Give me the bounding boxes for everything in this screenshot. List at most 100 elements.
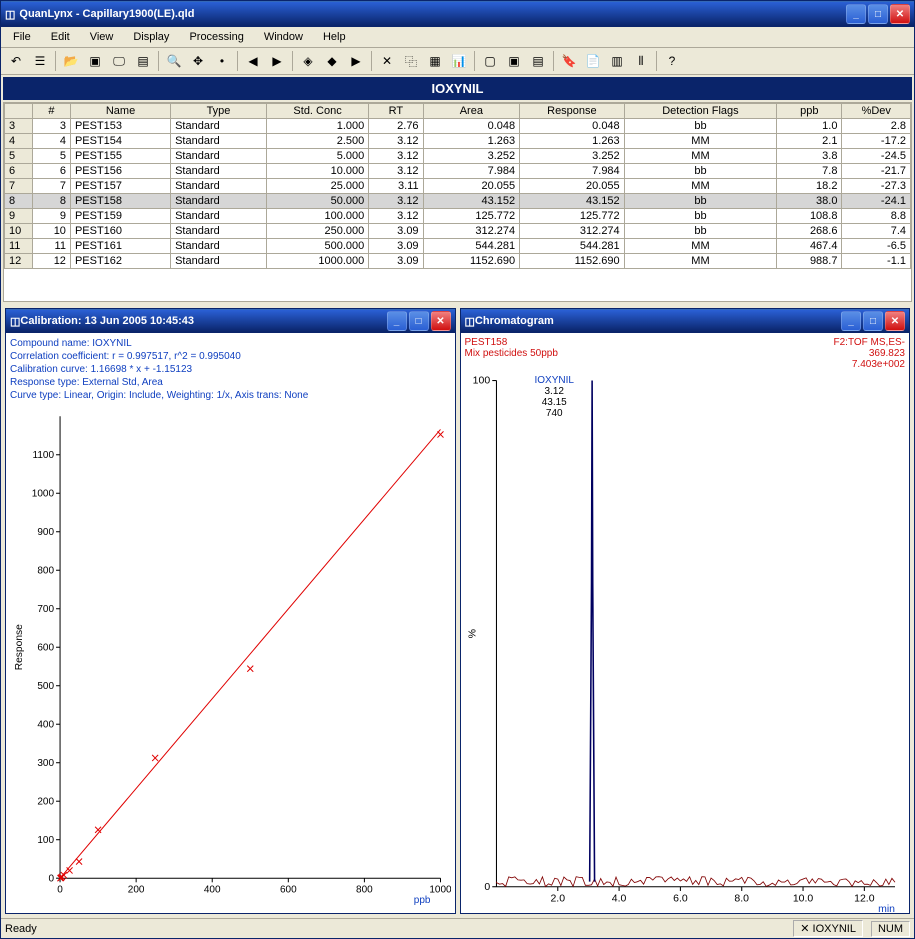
column-header[interactable]: Name <box>70 104 170 119</box>
table-row[interactable]: 88PEST158Standard50.0003.1243.15243.152b… <box>5 194 911 209</box>
column-header[interactable] <box>5 104 33 119</box>
tool-nav3-icon[interactable]: ▶ <box>345 50 367 72</box>
tool-point-icon[interactable]: • <box>211 50 233 72</box>
tool-open-icon[interactable]: 📂 <box>60 50 82 72</box>
tool-right-icon[interactable]: ▶ <box>266 50 288 72</box>
calibration-icon: ◫ <box>10 315 20 328</box>
table-row[interactable]: 44PEST154Standard2.5003.121.2631.263MM2.… <box>5 134 911 149</box>
app-icon: ◫ <box>5 8 15 21</box>
tool-panel1-icon[interactable]: ▢ <box>479 50 501 72</box>
tool-layout-icon[interactable]: ▦ <box>424 50 446 72</box>
calib-minimize-button[interactable]: _ <box>387 311 407 331</box>
tool-help-icon[interactable]: ? <box>661 50 683 72</box>
chrom-close-button[interactable]: ✕ <box>885 311 905 331</box>
menu-help[interactable]: Help <box>315 29 354 45</box>
minimize-button[interactable]: _ <box>846 4 866 24</box>
table-row[interactable]: 1212PEST162Standard1000.0003.091152.6901… <box>5 254 911 269</box>
svg-text:600: 600 <box>37 642 54 653</box>
table-row[interactable]: 33PEST153Standard1.0002.760.0480.048bb1.… <box>5 119 911 134</box>
menu-window[interactable]: Window <box>256 29 311 45</box>
svg-text:10.0: 10.0 <box>792 892 813 904</box>
calibration-chart[interactable]: 0100200300400500600700800900100011000200… <box>10 406 451 909</box>
menu-view[interactable]: View <box>82 29 122 45</box>
tool-nav1-icon[interactable]: ◈ <box>297 50 319 72</box>
maximize-button[interactable]: □ <box>868 4 888 24</box>
tool-zoom-icon[interactable]: 🔍 <box>163 50 185 72</box>
svg-text:4.0: 4.0 <box>611 892 626 904</box>
table-row[interactable]: 77PEST157Standard25.0003.1120.05520.055M… <box>5 179 911 194</box>
table-row[interactable]: 99PEST159Standard100.0003.12125.772125.7… <box>5 209 911 224</box>
tool-panel3-icon[interactable]: ▤ <box>527 50 549 72</box>
svg-text:min: min <box>878 903 895 913</box>
tool-left-icon[interactable]: ◀ <box>242 50 264 72</box>
status-project: ✕ IOXYNIL <box>793 920 863 937</box>
tool-window-icon[interactable]: ▣ <box>84 50 106 72</box>
calib-close-button[interactable]: ✕ <box>431 311 451 331</box>
tool-revert-icon[interactable]: ↶ <box>5 50 27 72</box>
tool-sheet-icon[interactable]: ▤ <box>132 50 154 72</box>
tool-cols-icon[interactable]: ▥ <box>606 50 628 72</box>
calibration-info: Compound name: IOXYNIL Correlation coeff… <box>10 337 451 402</box>
tool-close-icon[interactable]: ✕ <box>376 50 398 72</box>
calib-maximize-button[interactable]: □ <box>409 311 429 331</box>
tool-copy-icon[interactable]: ⿻ <box>400 50 422 72</box>
chromatogram-title: Chromatogram <box>475 315 841 327</box>
menu-display[interactable]: Display <box>125 29 177 45</box>
tool-split-icon[interactable]: ⫴ <box>630 50 652 72</box>
table-row[interactable]: 66PEST156Standard10.0003.127.9847.984bb7… <box>5 164 911 179</box>
svg-text:800: 800 <box>37 565 54 576</box>
svg-text:0: 0 <box>484 881 490 893</box>
chrom-sample: PEST158 <box>465 337 558 348</box>
column-header[interactable]: %Dev <box>842 104 911 119</box>
svg-text:500: 500 <box>37 681 54 692</box>
column-header[interactable]: Response <box>520 104 625 119</box>
chromatogram-header: PEST158 Mix pesticides 50ppb F2:TOF MS,E… <box>465 337 906 370</box>
chrom-desc: Mix pesticides 50ppb <box>465 348 558 359</box>
menu-processing[interactable]: Processing <box>181 29 251 45</box>
menu-file[interactable]: File <box>5 29 39 45</box>
tool-nav2-icon[interactable]: ◆ <box>321 50 343 72</box>
column-header[interactable]: # <box>33 104 71 119</box>
tool-doc-icon[interactable]: 📄 <box>582 50 604 72</box>
calib-line: Correlation coefficient: r = 0.997517, r… <box>10 350 451 363</box>
compound-banner: IOXYNIL <box>3 77 912 100</box>
data-table-pane[interactable]: #NameTypeStd. ConcRTAreaResponseDetectio… <box>3 102 912 302</box>
column-header[interactable]: Area <box>423 104 520 119</box>
svg-text:400: 400 <box>204 884 221 895</box>
tool-screen-icon[interactable]: 🖵 <box>108 50 130 72</box>
menu-edit[interactable]: Edit <box>43 29 78 45</box>
calib-line: Response type: External Std, Area <box>10 376 451 389</box>
svg-text:200: 200 <box>37 796 54 807</box>
column-header[interactable]: RT <box>369 104 423 119</box>
column-header[interactable]: Std. Conc <box>266 104 368 119</box>
table-row[interactable]: 1010PEST160Standard250.0003.09312.274312… <box>5 224 911 239</box>
status-num: NUM <box>871 921 910 937</box>
table-row[interactable]: 55PEST155Standard5.0003.123.2523.252MM3.… <box>5 149 911 164</box>
toolbar: ↶ ☰ 📂 ▣ 🖵 ▤ 🔍 ✥ • ◀ ▶ ◈ ◆ ▶ ✕ ⿻ ▦ 📊 ▢ ▣ … <box>1 48 914 75</box>
calibration-window: ◫ Calibration: 13 Jun 2005 10:45:43 _ □ … <box>5 308 456 914</box>
tool-move-icon[interactable]: ✥ <box>187 50 209 72</box>
statusbar: Ready ✕ IOXYNIL NUM <box>1 918 914 938</box>
tool-panel2-icon[interactable]: ▣ <box>503 50 525 72</box>
svg-text:100: 100 <box>37 835 54 846</box>
chrom-mz: 369.823 <box>834 348 906 359</box>
svg-text:300: 300 <box>37 758 54 769</box>
table-row[interactable]: 1111PEST161Standard500.0003.09544.281544… <box>5 239 911 254</box>
chromatogram-chart[interactable]: IOXYNIL 3.12 43.15 740 01002.04.06.08.01… <box>465 370 906 913</box>
tool-list-icon[interactable]: ☰ <box>29 50 51 72</box>
chrom-maximize-button[interactable]: □ <box>863 311 883 331</box>
tool-chart-icon[interactable]: 📊 <box>448 50 470 72</box>
close-button[interactable]: ✕ <box>890 4 910 24</box>
chromatogram-titlebar: ◫ Chromatogram _ □ ✕ <box>461 309 910 333</box>
chrom-minimize-button[interactable]: _ <box>841 311 861 331</box>
chromatogram-icon: ◫ <box>465 315 475 328</box>
column-header[interactable]: Type <box>171 104 267 119</box>
svg-text:900: 900 <box>37 527 54 538</box>
tool-tag-icon[interactable]: 🔖 <box>558 50 580 72</box>
column-header[interactable]: ppb <box>777 104 842 119</box>
svg-text:600: 600 <box>280 884 297 895</box>
svg-text:1000: 1000 <box>429 884 450 895</box>
peak-label: IOXYNIL 3.12 43.15 740 <box>535 375 574 419</box>
column-header[interactable]: Detection Flags <box>624 104 777 119</box>
svg-text:1000: 1000 <box>32 488 55 499</box>
